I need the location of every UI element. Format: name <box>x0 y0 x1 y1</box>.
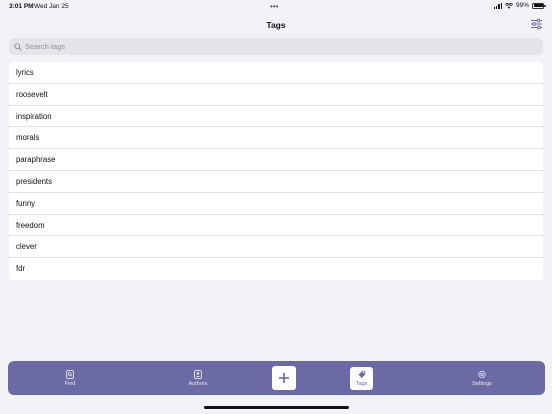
tab-settings[interactable]: Settings <box>468 361 496 395</box>
sliders-icon <box>531 18 542 30</box>
tag-item-clever[interactable]: clever <box>9 236 543 259</box>
plus-icon <box>279 373 289 383</box>
tag-item-funny[interactable]: funny <box>9 193 543 215</box>
tab-bar: Find Authors Tags Settings <box>8 361 545 395</box>
tag-item-fdr[interactable]: fdr <box>9 258 543 280</box>
battery-icon <box>532 2 546 9</box>
page-title: Tags <box>266 20 286 30</box>
tag-item-lyrics[interactable]: lyrics <box>9 62 543 84</box>
wifi-icon <box>504 2 513 9</box>
gear-icon <box>478 370 486 378</box>
tag-item-freedom[interactable]: freedom <box>9 215 543 237</box>
search-bar[interactable] <box>9 38 543 55</box>
tag-item-morals[interactable]: morals <box>9 127 543 150</box>
status-time: 3:01 PM <box>9 3 34 10</box>
status-date: Wed Jan 25 <box>34 3 69 10</box>
person-book-icon <box>194 369 202 379</box>
tab-tags[interactable]: Tags <box>350 367 373 390</box>
tag-list: lyrics roosevelt inspiration morals para… <box>9 62 543 280</box>
filter-button[interactable] <box>530 18 543 30</box>
tab-authors[interactable]: Authors <box>184 361 212 395</box>
tag-icon <box>358 371 365 378</box>
find-document-icon <box>66 369 74 379</box>
search-icon <box>14 42 22 51</box>
add-button[interactable] <box>272 366 296 390</box>
tab-find-label: Find <box>64 380 76 387</box>
tag-item-presidents[interactable]: presidents <box>9 171 543 193</box>
tag-item-roosevelt[interactable]: roosevelt <box>9 84 543 106</box>
home-indicator[interactable] <box>204 406 349 409</box>
status-indicators: 99% <box>493 2 546 9</box>
tag-item-inspiration[interactable]: inspiration <box>9 106 543 128</box>
tab-find[interactable]: Find <box>56 361 84 395</box>
tab-settings-label: Settings <box>472 380 492 387</box>
signal-icon <box>493 2 502 9</box>
multitasking-dots-icon[interactable]: ••• <box>270 2 278 11</box>
tab-authors-label: Authors <box>188 380 208 387</box>
status-bar: 3:01 PM Wed Jan 25 ••• 99% <box>0 0 552 12</box>
tab-tags-label: Tags <box>355 381 368 387</box>
tag-item-paraphrase[interactable]: paraphrase <box>9 149 543 171</box>
battery-percent: 99% <box>515 2 529 9</box>
search-input[interactable] <box>25 42 525 51</box>
